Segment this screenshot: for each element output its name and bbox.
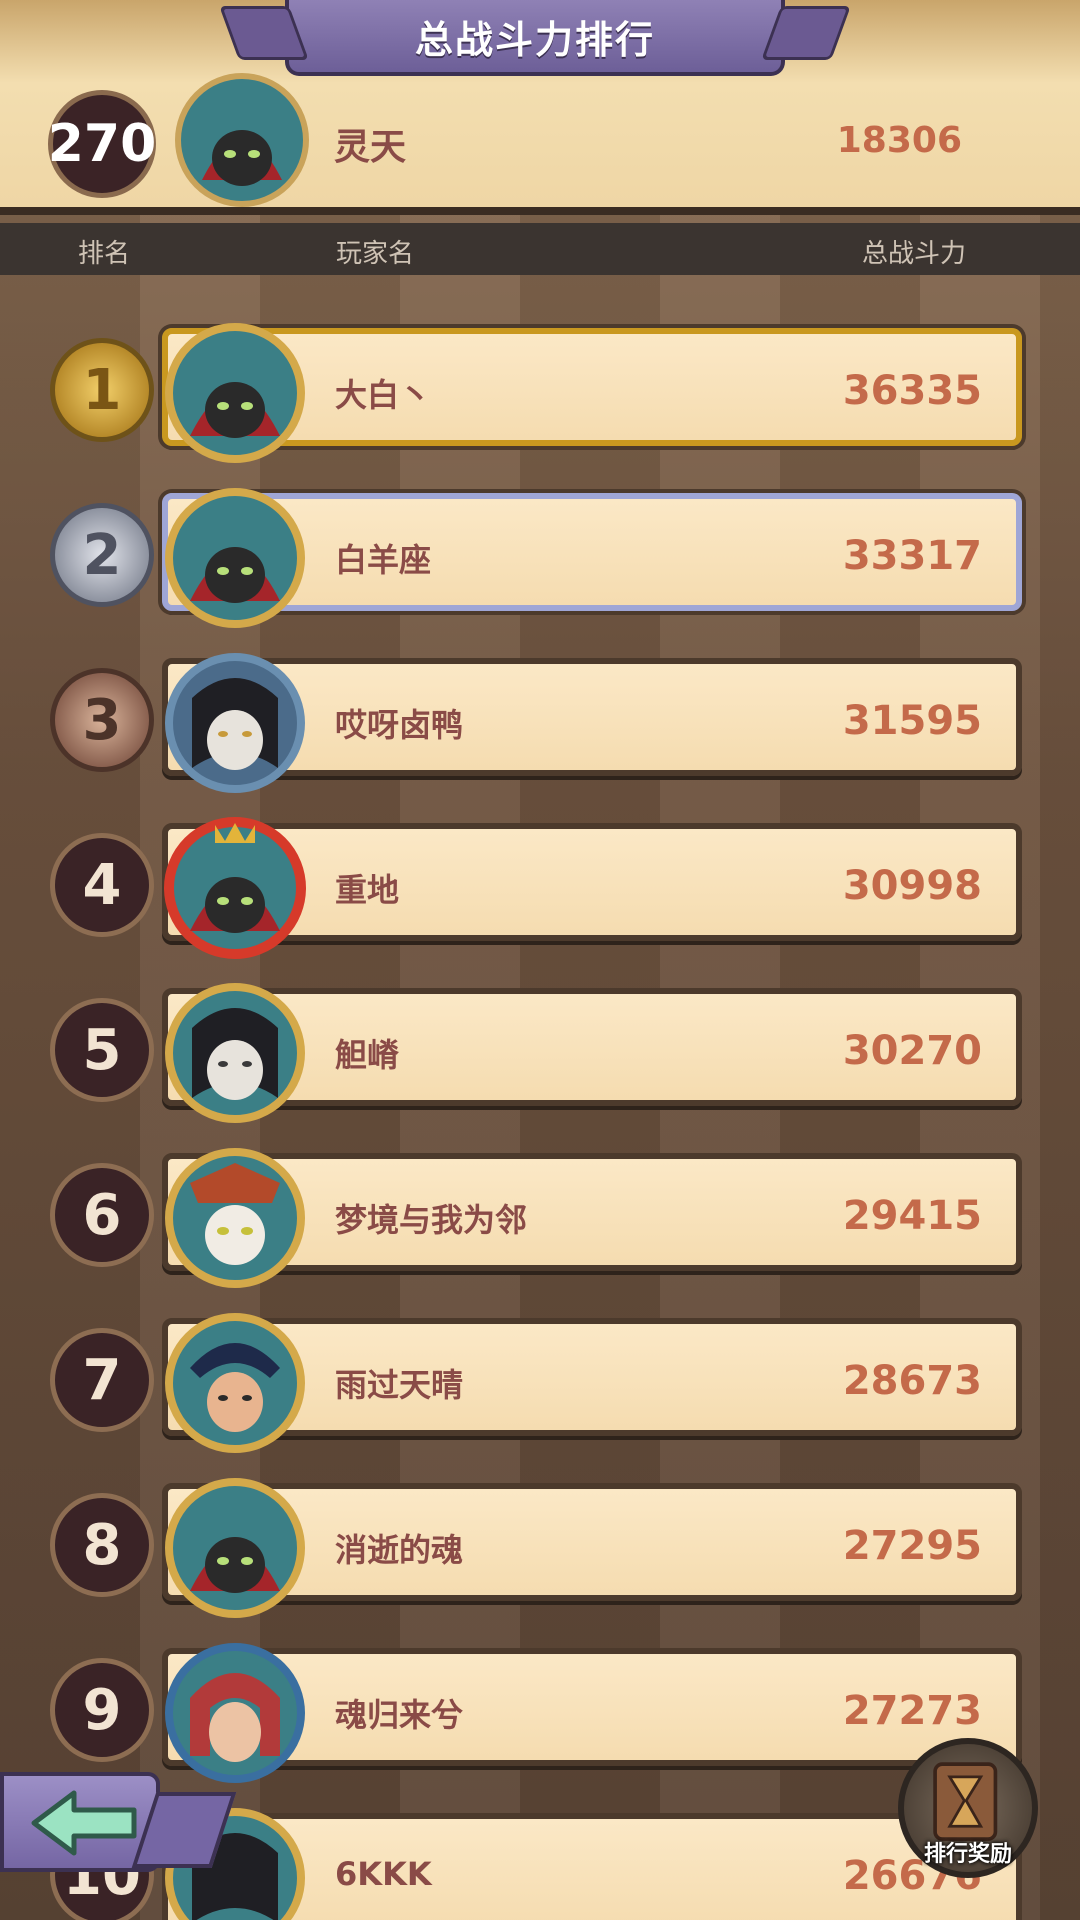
leaderboard-row[interactable]: 8 消逝的魂 27295 — [50, 1473, 1022, 1618]
player-name: 大白丶 — [335, 376, 432, 414]
rank-badge: 9 — [50, 1658, 154, 1762]
player-name: 6KKK — [335, 1855, 432, 1893]
rank-badge: 8 — [50, 1493, 154, 1597]
rank-badge: 7 — [50, 1328, 154, 1432]
player-name: 梦境与我为邻 — [335, 1201, 528, 1239]
my-player-name: 灵天 — [334, 127, 407, 168]
column-player-name: 玩家名 — [336, 239, 415, 269]
leaderboard-row[interactable]: 2 白羊座 33317 — [50, 483, 1022, 628]
player-name: 雨过天晴 — [335, 1366, 464, 1404]
player-avatar[interactable] — [160, 813, 310, 963]
player-avatar[interactable] — [160, 318, 310, 468]
my-rank-badge: 270 — [48, 90, 156, 198]
player-name: 哎呀卤鸭 — [335, 706, 464, 744]
leaderboard-row[interactable]: 6 梦境与我为邻 29415 — [50, 1143, 1022, 1288]
title-plate: 总战斗力排行 — [219, 0, 851, 76]
player-name: 觛嵴 — [335, 1036, 400, 1074]
rank-reward-label: 排行奖励 — [923, 1842, 1012, 1867]
arrow-left-icon — [31, 1790, 137, 1856]
player-name: 白羊座 — [335, 541, 432, 579]
title-wing-left — [219, 6, 309, 60]
player-power: 28673 — [842, 1358, 982, 1404]
player-avatar[interactable] — [160, 648, 310, 798]
my-total-power: 18306 — [836, 120, 962, 161]
player-avatar[interactable] — [160, 1308, 310, 1458]
bronze-medal-icon: 3 — [50, 668, 154, 772]
my-rank-banner: 总战斗力排行 270 灵天 18306 — [0, 0, 1080, 215]
player-name: 魂归来兮 — [335, 1696, 464, 1734]
rank-badge: 5 — [50, 998, 154, 1102]
back-button[interactable] — [0, 1772, 237, 1872]
silver-medal-icon: 2 — [50, 503, 154, 607]
leaderboard-row[interactable]: 9 魂归来兮 27273 — [50, 1638, 1022, 1783]
player-power: 27295 — [842, 1523, 982, 1569]
gold-medal-icon: 1 — [50, 338, 154, 442]
player-name: 重地 — [335, 871, 400, 909]
player-avatar[interactable] — [160, 483, 310, 633]
player-power: 36335 — [842, 368, 982, 414]
player-avatar[interactable] — [160, 1473, 310, 1623]
leaderboard-row[interactable]: 4 重地 30998 — [50, 813, 1022, 959]
rank-badge: 4 — [50, 833, 154, 937]
column-total-power: 总战斗力 — [861, 239, 966, 269]
rank-badge: 6 — [50, 1163, 154, 1267]
player-avatar[interactable] — [160, 1638, 310, 1788]
leaderboard-row[interactable]: 7 雨过天晴 28673 — [50, 1308, 1022, 1453]
my-avatar[interactable] — [172, 70, 312, 210]
player-avatar[interactable] — [160, 1143, 310, 1293]
player-name: 消逝的魂 — [335, 1531, 464, 1569]
player-avatar[interactable] — [160, 978, 310, 1128]
page-title: 总战斗力排行 — [414, 17, 655, 62]
player-power: 30998 — [842, 863, 982, 909]
player-power: 31595 — [842, 698, 982, 744]
player-power: 30270 — [842, 1028, 982, 1074]
player-power: 33317 — [842, 533, 982, 579]
column-header: 排名 玩家名 总战斗力 — [0, 223, 1080, 275]
leaderboard-row[interactable]: 1 大白丶 36335 — [50, 318, 1022, 463]
player-power: 29415 — [842, 1193, 982, 1239]
column-rank: 排名 — [78, 239, 131, 269]
title-wing-right — [761, 6, 851, 60]
player-power: 27273 — [842, 1688, 982, 1734]
leaderboard-row[interactable]: 3 哎呀卤鸭 31595 — [50, 648, 1022, 793]
leaderboard-row[interactable]: 5 觛嵴 30270 — [50, 978, 1022, 1123]
